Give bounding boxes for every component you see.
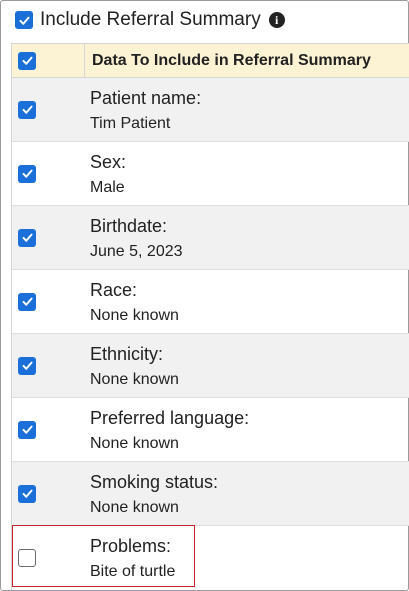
- checkmark-icon: [21, 425, 33, 434]
- row-checkbox[interactable]: [18, 484, 36, 503]
- row-label: Smoking status:: [90, 472, 219, 492]
- row-label: Sex:: [90, 152, 127, 172]
- table-row: Preferred language: None known: [12, 398, 409, 462]
- row-checkbox[interactable]: [18, 420, 36, 439]
- select-all-cell: [12, 44, 85, 77]
- row-value: Bite of turtle: [90, 563, 176, 580]
- row-value: None known: [90, 499, 179, 516]
- table-row: Smoking status: None known: [12, 462, 409, 526]
- row-checkbox[interactable]: [18, 292, 36, 311]
- referral-data-table: Data To Include in Referral Summary Pati…: [11, 43, 409, 590]
- row-label: Problems:: [90, 536, 172, 556]
- checkmark-icon: [21, 361, 33, 370]
- row-checkbox[interactable]: [18, 164, 36, 183]
- row-value: Tim Patient: [90, 115, 171, 132]
- table-header: Data To Include in Referral Summary: [12, 44, 409, 78]
- checkmark-icon: [21, 169, 33, 178]
- checkmark-icon: [21, 297, 33, 306]
- row-value: None known: [90, 435, 179, 452]
- info-circle-icon[interactable]: i: [268, 12, 285, 28]
- row-label: Preferred language:: [90, 408, 250, 428]
- include-referral-summary-label: Include Referral Summary: [40, 9, 261, 30]
- row-label: Patient name:: [90, 88, 202, 108]
- table-row: Sex: Male: [12, 142, 409, 206]
- checkmark-icon: [21, 56, 33, 65]
- table-row: Birthdate: June 5, 2023: [12, 206, 409, 270]
- row-checkbox[interactable]: [18, 228, 36, 247]
- row-value: None known: [90, 307, 179, 324]
- checkmark-icon: [18, 16, 30, 25]
- table-row: Patient name: Tim Patient: [12, 78, 409, 142]
- row-label: Race:: [90, 280, 138, 300]
- row-label: Ethnicity:: [90, 344, 164, 364]
- row-value: June 5, 2023: [90, 243, 183, 260]
- table-row: Race: None known: [12, 270, 409, 334]
- checkmark-icon: [21, 489, 33, 498]
- include-referral-summary-row[interactable]: Include Referral Summary i: [15, 8, 285, 32]
- table-row: Ethnicity: None known: [12, 334, 409, 398]
- checkmark-icon: [21, 105, 33, 114]
- column-title: Data To Include in Referral Summary: [92, 51, 371, 69]
- row-value: None known: [90, 371, 179, 388]
- include-referral-summary-checkbox[interactable]: [15, 11, 33, 29]
- row-label: Birthdate:: [90, 216, 168, 236]
- row-checkbox[interactable]: [18, 100, 36, 119]
- row-checkbox[interactable]: [18, 356, 36, 375]
- table-row: Problems: Bite of turtle: [12, 526, 409, 590]
- row-checkbox[interactable]: [18, 549, 36, 567]
- select-all-checkbox[interactable]: [18, 51, 36, 70]
- referral-summary-panel: Include Referral Summary i Data To Inclu…: [0, 0, 409, 591]
- row-value: Male: [90, 179, 125, 196]
- checkmark-icon: [21, 233, 33, 242]
